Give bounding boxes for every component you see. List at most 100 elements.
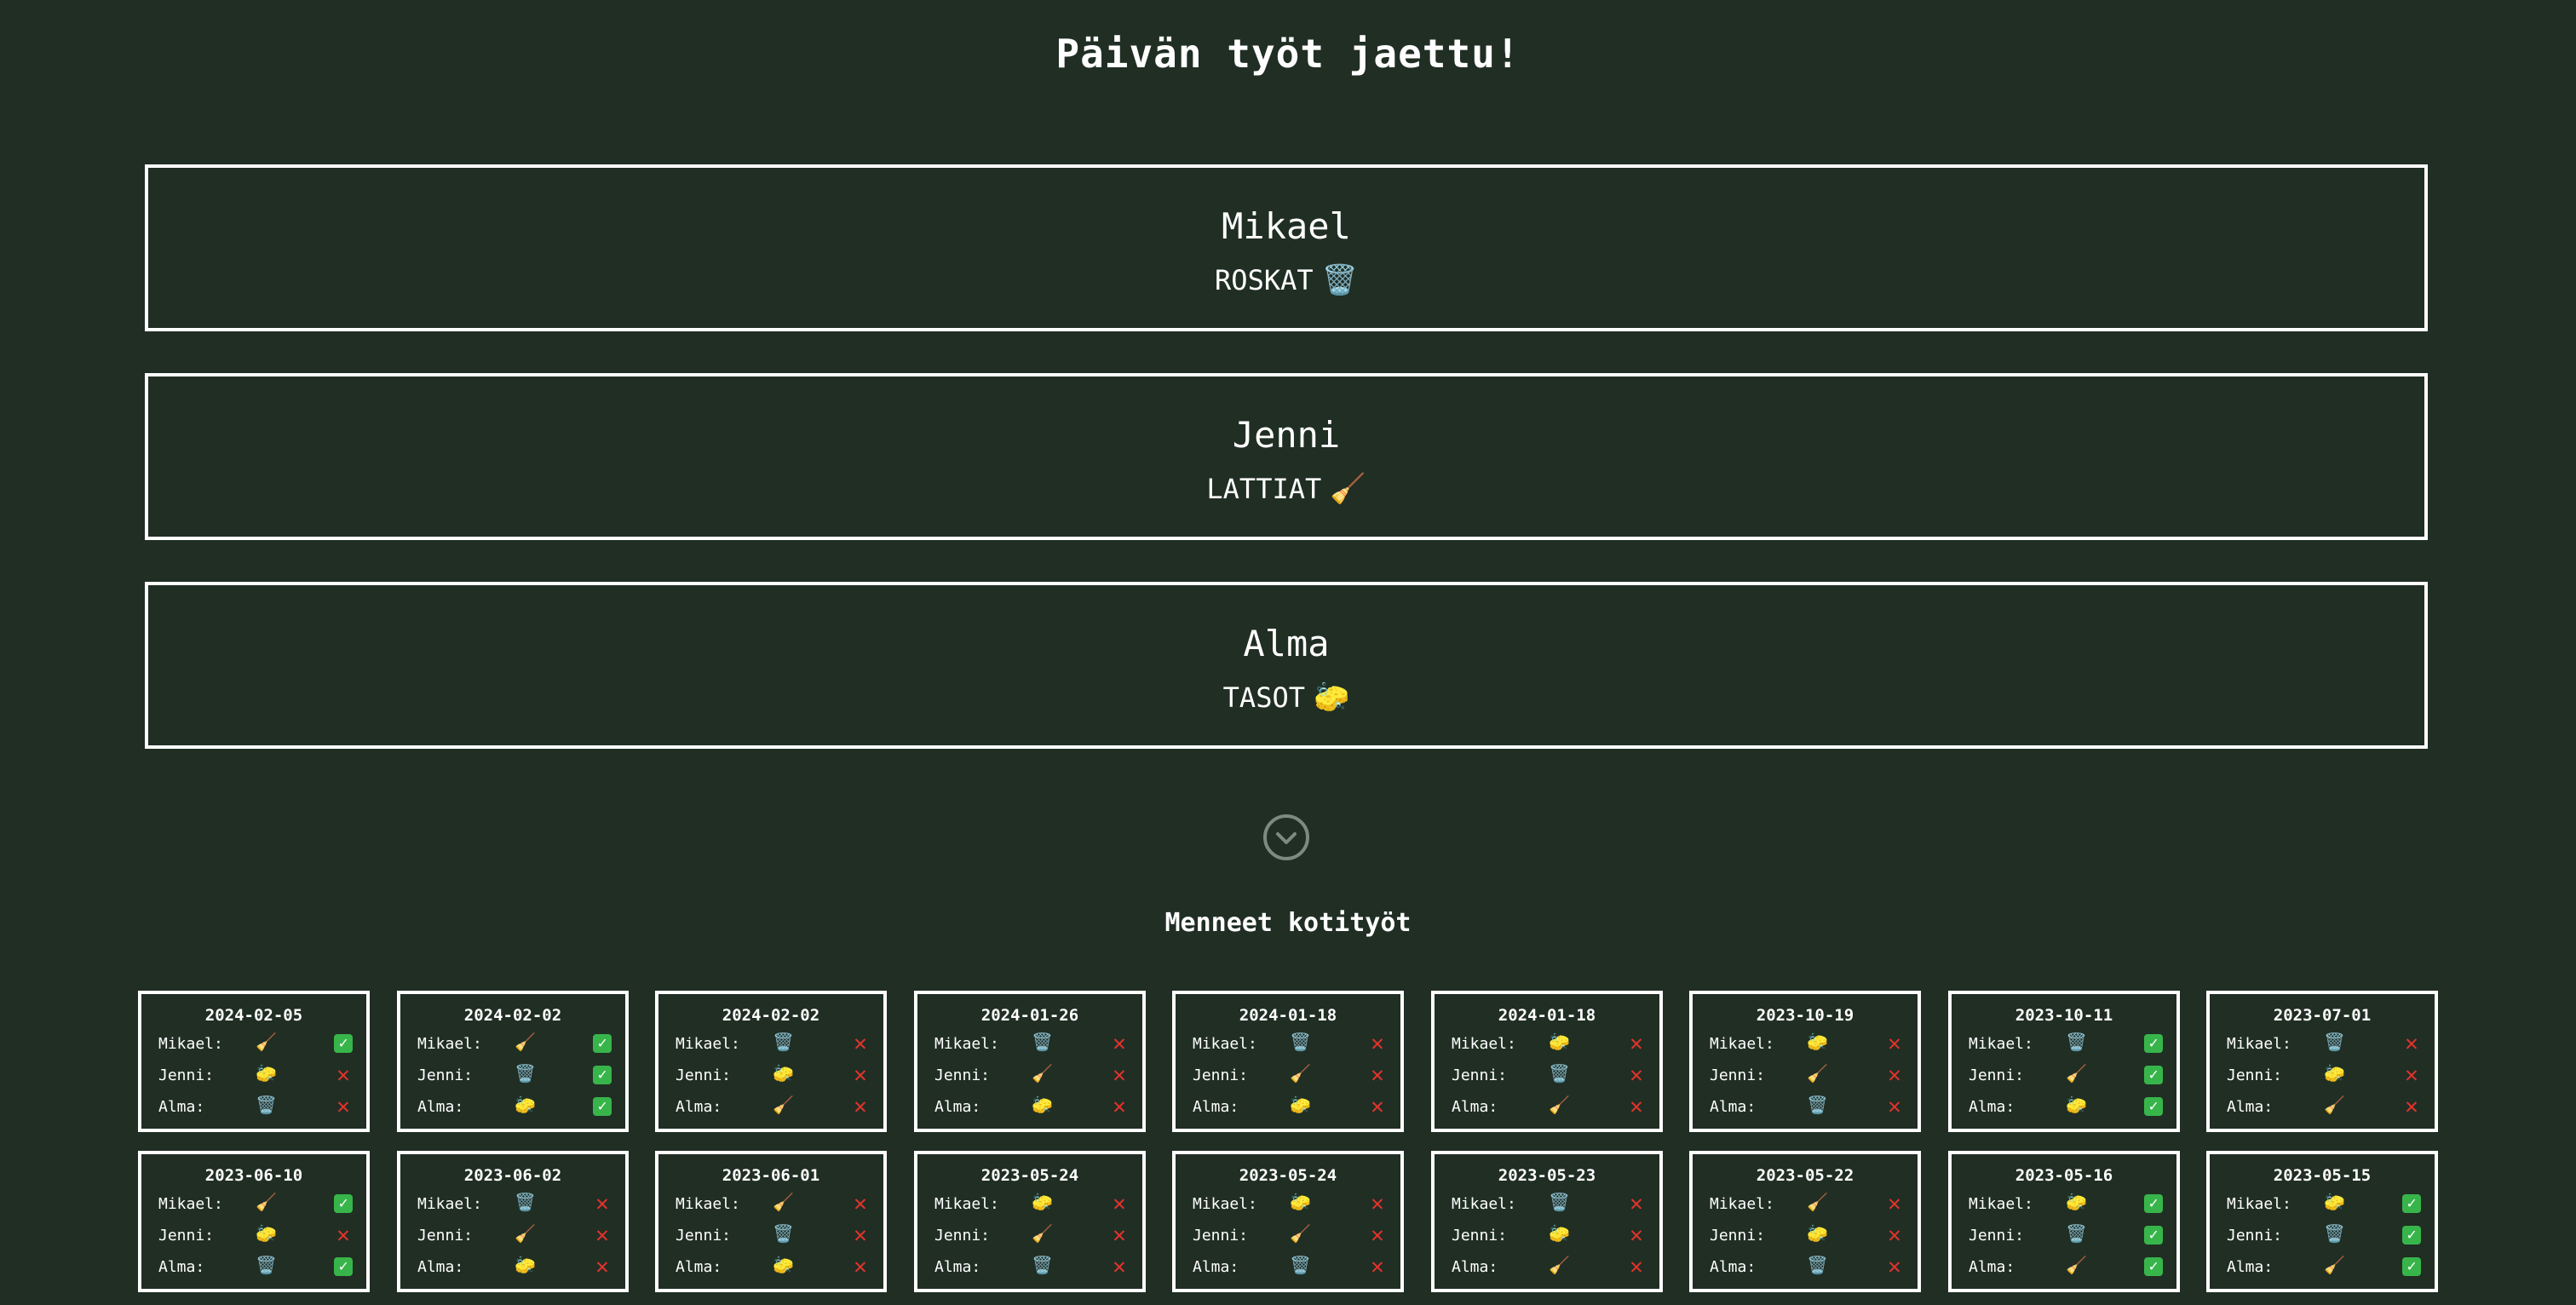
person-label: Mikael: xyxy=(2227,1035,2291,1053)
past-chore-row: Mikael: 🧹 ✕ xyxy=(1693,1192,1918,1217)
past-chore-row: Alma: 🗑️ ✕ xyxy=(1176,1255,1400,1280)
cross-icon: ✕ xyxy=(2405,1094,2418,1119)
person-label: Jenni: xyxy=(417,1227,474,1245)
past-chore-row: Alma: 🧽 ✓ xyxy=(1952,1095,2176,1120)
check-icon: ✓ xyxy=(2402,1257,2421,1276)
sponge-icon: 🧽 xyxy=(515,1255,536,1275)
broom-icon: 🧹 xyxy=(1549,1255,1570,1275)
past-chore-row: Jenni: 🗑️ ✓ xyxy=(1952,1223,2176,1249)
person-label: Jenni: xyxy=(2227,1066,2283,1084)
person-label: Jenni: xyxy=(1193,1227,1249,1245)
past-chore-row: Jenni: 🧽 ✕ xyxy=(141,1063,366,1089)
broom-icon: 🧹 xyxy=(2066,1063,2087,1084)
trash-icon: 🗑️ xyxy=(1290,1255,1311,1275)
person-label: Mikael: xyxy=(1969,1035,2033,1053)
sponge-icon: 🧽 xyxy=(1549,1032,1570,1052)
cross-icon: ✕ xyxy=(2405,1062,2418,1088)
past-chore-date: 2023-05-22 xyxy=(1756,1166,1854,1185)
assignment-card-jenni: Jenni LATTIAT 🧹 xyxy=(145,373,2428,540)
past-chore-date: 2023-05-15 xyxy=(2273,1166,2372,1185)
cross-icon: ✕ xyxy=(1113,1094,1126,1119)
person-label: Mikael: xyxy=(1452,1195,1516,1213)
sponge-icon: 🧽 xyxy=(1807,1032,1828,1052)
past-chore-card: 2024-02-02 Mikael: 🧹 ✓ Jenni: 🗑️ ✓ Alma: 🧽 ✓ xyxy=(397,991,629,1132)
trash-icon: 🗑️ xyxy=(1807,1255,1828,1275)
person-label: Alma: xyxy=(1710,1258,1757,1276)
check-icon: ✓ xyxy=(334,1194,353,1213)
cross-icon: ✕ xyxy=(854,1094,867,1119)
cross-icon: ✕ xyxy=(1888,1094,1901,1119)
person-label: Alma: xyxy=(158,1098,205,1116)
past-chore-row: Jenni: 🧽 ✕ xyxy=(1435,1223,1659,1249)
cross-icon: ✕ xyxy=(1113,1031,1126,1056)
cross-icon: ✕ xyxy=(595,1254,609,1279)
sponge-icon: 🧽 xyxy=(1032,1095,1053,1115)
past-chore-card: 2023-05-22 Mikael: 🧹 ✕ Jenni: 🧽 ✕ Alma: 🗑️ ✕ xyxy=(1689,1151,1921,1292)
cross-icon: ✕ xyxy=(1630,1031,1643,1056)
broom-icon: 🧹 xyxy=(256,1032,277,1052)
person-label: Alma: xyxy=(1452,1258,1498,1276)
past-chore-date: 2023-06-10 xyxy=(204,1166,303,1185)
person-label: Alma: xyxy=(676,1258,722,1276)
person-label: Jenni: xyxy=(1452,1227,1508,1245)
cross-icon: ✕ xyxy=(1888,1031,1901,1056)
person-label: Jenni: xyxy=(417,1066,474,1084)
person-label: Mikael: xyxy=(158,1035,223,1053)
person-label: Jenni: xyxy=(1969,1066,2025,1084)
cross-icon: ✕ xyxy=(1630,1094,1643,1119)
past-chore-row: Mikael: 🗑️ ✕ xyxy=(1435,1192,1659,1217)
broom-icon: 🧹 xyxy=(1290,1063,1311,1084)
broom-icon: 🧹 xyxy=(2324,1095,2345,1115)
person-label: Mikael: xyxy=(2227,1195,2291,1213)
person-label: Jenni: xyxy=(2227,1227,2283,1245)
past-chore-row: Alma: 🧹 ✓ xyxy=(2210,1255,2435,1280)
broom-icon: 🧹 xyxy=(1290,1223,1311,1244)
person-label: Alma: xyxy=(1710,1098,1757,1116)
cross-icon: ✕ xyxy=(595,1191,609,1216)
cross-icon: ✕ xyxy=(1888,1062,1901,1088)
person-label: Mikael: xyxy=(676,1195,740,1213)
broom-icon: 🧹 xyxy=(515,1032,536,1052)
chevron-down-icon[interactable] xyxy=(1263,814,1309,860)
cross-icon: ✕ xyxy=(1371,1031,1384,1056)
check-icon: ✓ xyxy=(2144,1194,2163,1213)
past-chore-row: Mikael: 🗑️ ✕ xyxy=(917,1032,1142,1057)
person-label: Mikael: xyxy=(1710,1035,1774,1053)
broom-icon: 🧹 xyxy=(256,1192,277,1212)
past-chore-row: Jenni: 🧹 ✕ xyxy=(1693,1063,1918,1089)
trash-icon: 🗑️ xyxy=(1032,1255,1053,1275)
person-label: Mikael: xyxy=(934,1035,999,1053)
person-label: Alma: xyxy=(1452,1098,1498,1116)
person-label: Jenni: xyxy=(1452,1066,1508,1084)
assignment-name: Mikael xyxy=(1222,205,1351,247)
past-chore-row: Jenni: 🧽 ✕ xyxy=(141,1223,366,1249)
broom-icon: 🧹 xyxy=(1032,1063,1053,1084)
cross-icon: ✕ xyxy=(1371,1062,1384,1088)
trash-icon: 🗑️ xyxy=(1807,1095,1828,1115)
past-chore-row: Jenni: 🗑️ ✓ xyxy=(400,1063,625,1089)
cross-icon: ✕ xyxy=(1888,1191,1901,1216)
past-chore-date: 2024-01-18 xyxy=(1239,1006,1337,1025)
sponge-icon: 🧽 xyxy=(1549,1223,1570,1244)
person-label: Alma: xyxy=(417,1258,464,1276)
past-chore-row: Jenni: 🗑️ ✓ xyxy=(2210,1223,2435,1249)
trash-icon: 🗑️ xyxy=(515,1063,536,1084)
trash-icon: 🗑️ xyxy=(2324,1032,2345,1052)
past-chore-row: Mikael: 🧽 ✕ xyxy=(1176,1192,1400,1217)
past-chore-row: Alma: 🧽 ✕ xyxy=(658,1255,883,1280)
sponge-icon: 🧽 xyxy=(2324,1192,2345,1212)
person-label: Mikael: xyxy=(1452,1035,1516,1053)
past-chore-card: 2024-02-05 Mikael: 🧹 ✓ Jenni: 🧽 ✕ Alma: 🗑️ ✕ xyxy=(138,991,370,1132)
past-chore-row: Jenni: 🧹 ✓ xyxy=(1952,1063,2176,1089)
past-chore-row: Mikael: 🧽 ✕ xyxy=(1693,1032,1918,1057)
check-icon: ✓ xyxy=(2402,1226,2421,1245)
check-icon: ✓ xyxy=(593,1097,612,1116)
assignment-task-label: LATTIAT xyxy=(1206,473,1322,505)
sponge-icon: 🧽 xyxy=(1032,1192,1053,1212)
cross-icon: ✕ xyxy=(854,1191,867,1216)
past-chore-card: 2024-02-02 Mikael: 🗑️ ✕ Jenni: 🧽 ✕ Alma: 🧹 ✕ xyxy=(655,991,887,1132)
sponge-icon: 🧽 xyxy=(256,1223,277,1244)
past-chore-row: Mikael: 🧽 ✕ xyxy=(917,1192,1142,1217)
cross-icon: ✕ xyxy=(1113,1062,1126,1088)
cross-icon: ✕ xyxy=(336,1062,350,1088)
